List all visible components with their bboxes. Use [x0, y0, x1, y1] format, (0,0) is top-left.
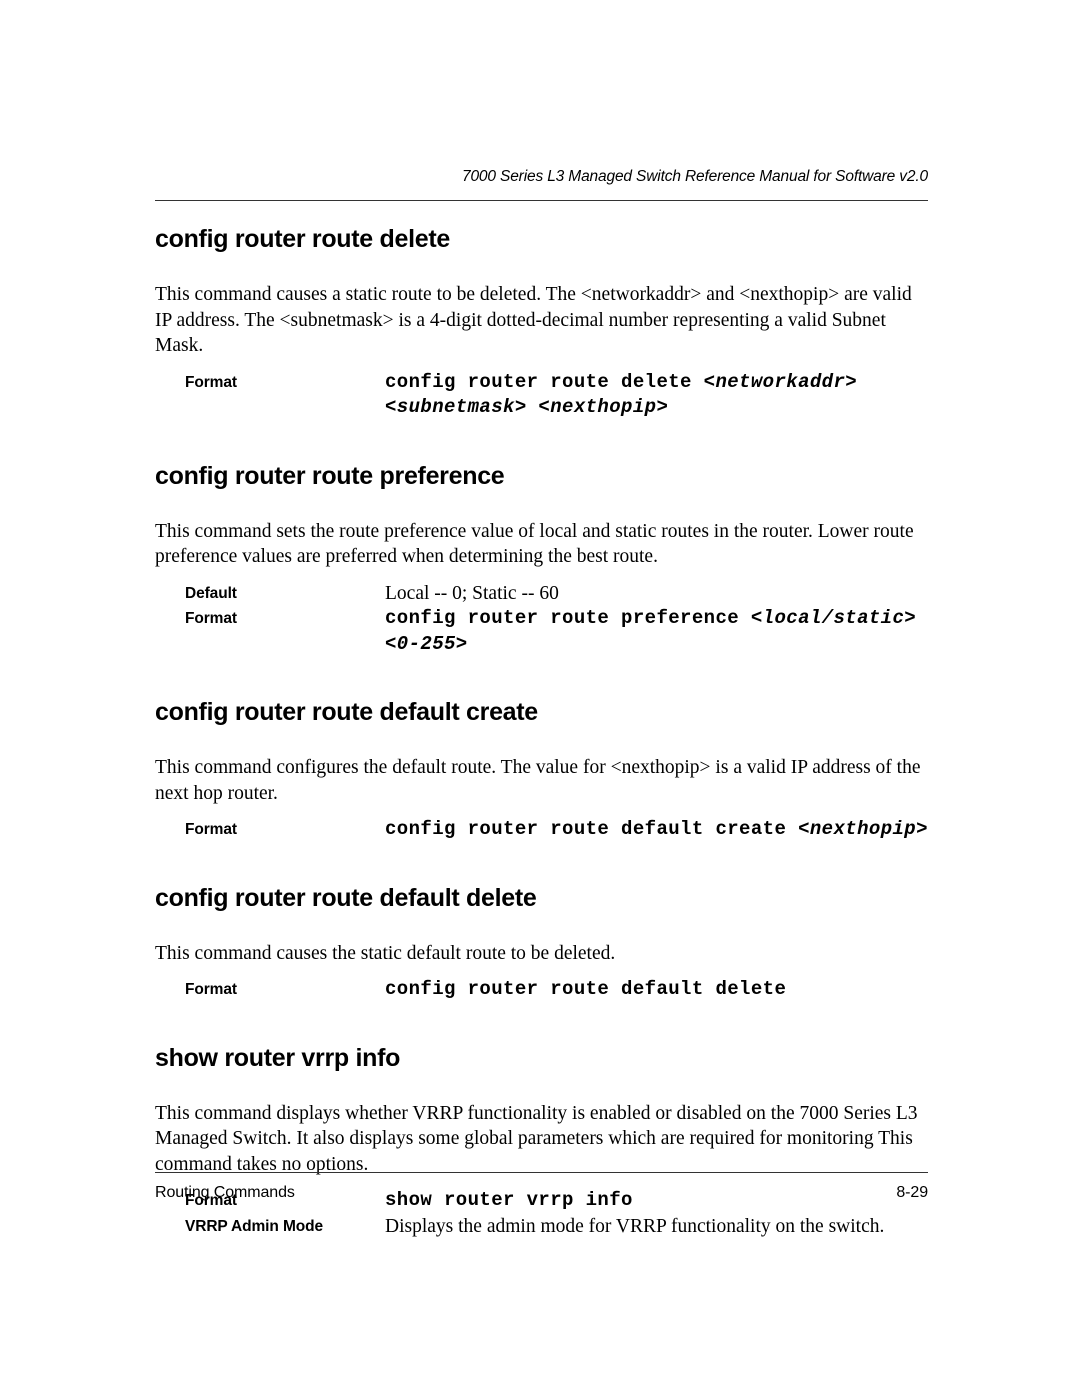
section-heading: config router route delete [155, 225, 451, 253]
section-description: This command sets the route preference v… [155, 520, 914, 568]
section-config-router-route-default-create: config router route default create This … [155, 697, 928, 843]
section-heading: config router route preference [155, 461, 505, 490]
vrrp-admin-mode-label: VRRP Admin Mode [185, 1217, 324, 1235]
page-footer: Routing Commands 8-29 [155, 1184, 928, 1202]
document-page: 7000 Series L3 Managed Switch Reference … [155, 0, 928, 1397]
format-command-text: config router route default delete [385, 978, 787, 1000]
format-row: Format config router route preference <l… [155, 606, 928, 657]
format-row: Format config router route delete <netwo… [155, 370, 928, 421]
format-label: Format [185, 373, 237, 391]
format-command-text: config router route delete [385, 370, 704, 393]
format-value: config router route preference <local/st… [385, 606, 928, 657]
vrrp-admin-mode-row: VRRP Admin Mode Displays the admin mode … [155, 1214, 928, 1240]
default-value: Local -- 0; Static -- 60 [385, 582, 559, 604]
default-label: Default [185, 584, 237, 602]
section-config-router-route-delete: config router route delete This command … [155, 224, 928, 421]
format-label: Format [185, 610, 237, 627]
footer-section-name: Routing Commands [155, 1184, 295, 1201]
format-label: Format [185, 821, 237, 838]
section-description: This command configures the default rout… [155, 757, 921, 804]
section-heading: config router route default delete [155, 883, 537, 912]
format-row: Format config router route default delet… [155, 977, 928, 1003]
section-show-router-vrrp-info: show router vrrp info This command displ… [155, 1043, 928, 1240]
page-content: config router route delete This command … [155, 224, 928, 1239]
running-header: 7000 Series L3 Managed Switch Reference … [461, 168, 928, 185]
default-row: Default Local -- 0; Static -- 60 [155, 581, 928, 607]
section-description: This command displays whether VRRP funct… [155, 1102, 918, 1175]
section-config-router-route-default-delete: config router route default delete This … [155, 883, 928, 1003]
section-description: This command causes the static default r… [155, 942, 616, 964]
format-params-text: <nexthopip> [798, 818, 928, 840]
footer-rule [155, 1172, 928, 1173]
format-value: config router route default delete [385, 977, 928, 1003]
format-command-text: config router route preference [385, 607, 751, 629]
section-heading: config router route default create [155, 698, 538, 726]
footer-page-number: 8-29 [896, 1184, 928, 1201]
format-command-text: config router route default create [385, 818, 799, 840]
format-row: Format config router route default creat… [155, 817, 928, 843]
section-description: This command causes a static route to be… [155, 284, 912, 356]
format-value: config router route default create <next… [385, 817, 928, 843]
format-value: config router route delete <networkaddr>… [385, 370, 928, 421]
section-heading: show router vrrp info [155, 1043, 401, 1072]
vrrp-admin-mode-value: Displays the admin mode for VRRP functio… [385, 1215, 885, 1237]
header-rule [155, 200, 928, 201]
format-label: Format [185, 981, 237, 998]
section-config-router-route-preference: config router route preference This comm… [155, 461, 928, 658]
